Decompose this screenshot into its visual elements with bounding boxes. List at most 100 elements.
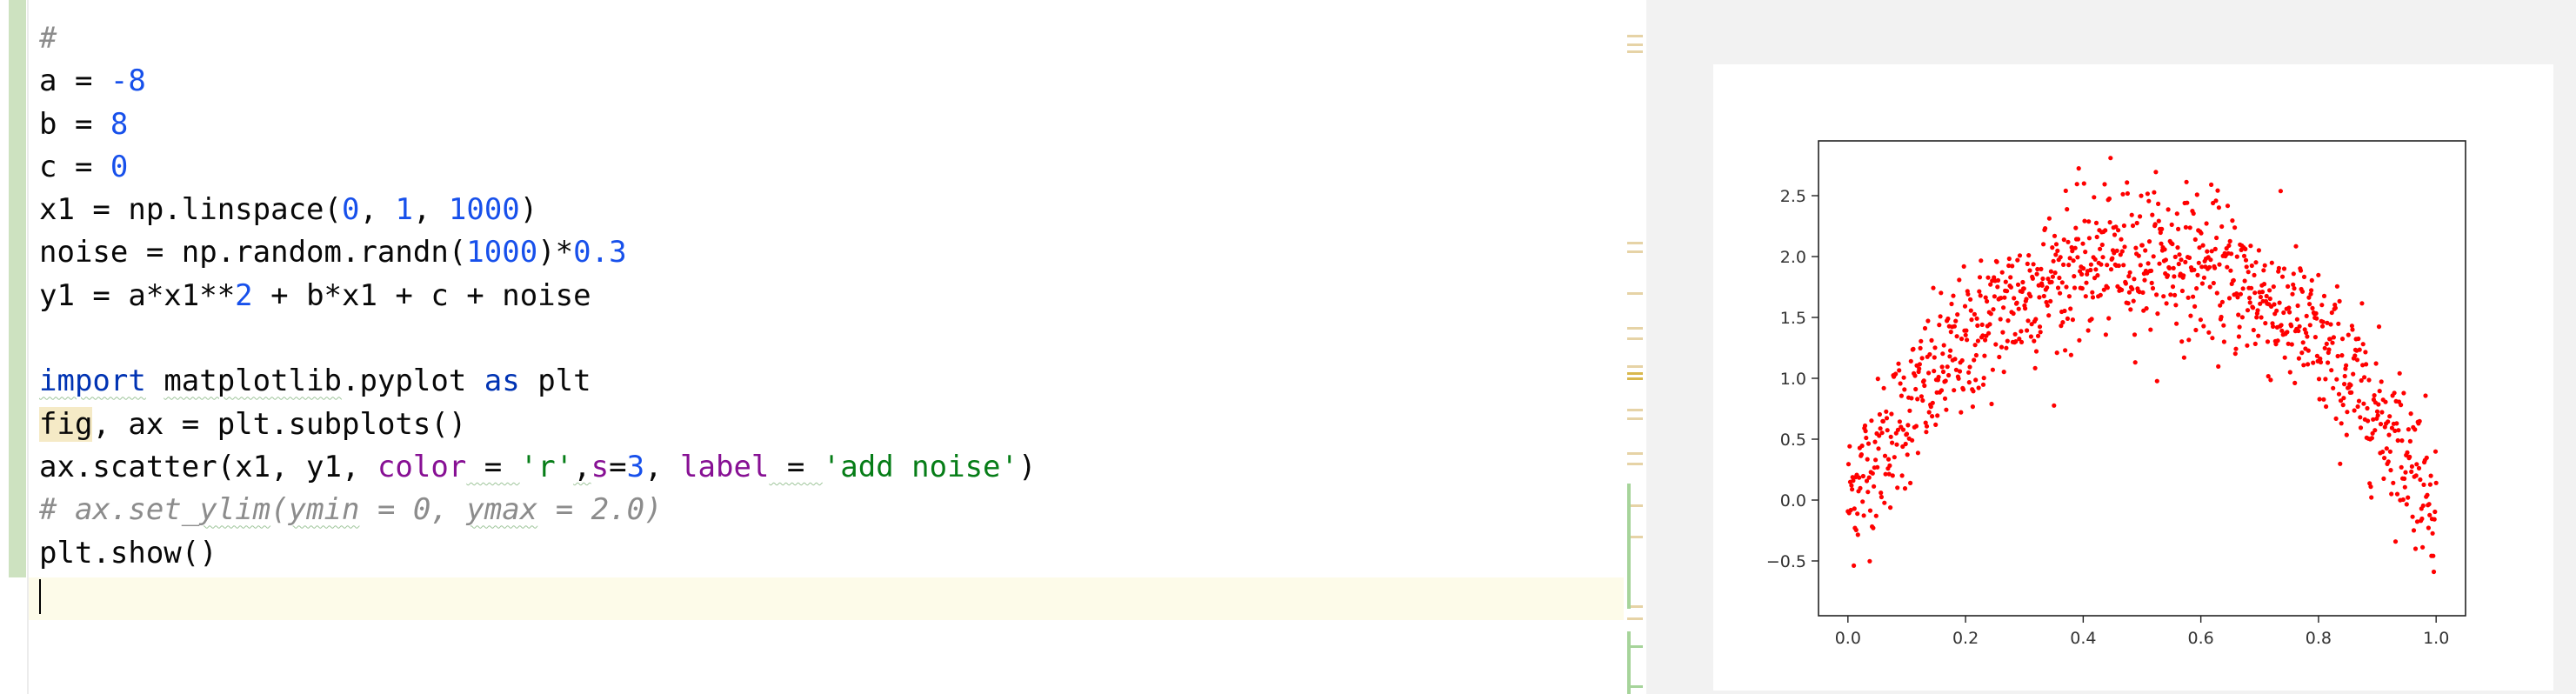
scatter-point (2126, 301, 2131, 306)
stripe-marker[interactable] (1627, 365, 1643, 368)
scatter-point (1876, 446, 1881, 451)
stripe-marker[interactable] (1627, 35, 1643, 37)
scatter-point (2331, 335, 2336, 340)
scatter-point (1849, 483, 1854, 488)
code-editor[interactable]: # a = -8 b = 8c = 0 x1 = np.linspace(0, 1, … (0, 0, 1646, 694)
scatter-point (2016, 306, 2021, 311)
scatter-point (2119, 237, 2124, 242)
code-token: 'r' (519, 449, 574, 484)
code-line[interactable]: a = -8 (39, 60, 1036, 103)
code-line[interactable]: y1 = a*x1**2 + b*x1 + c + noise (39, 275, 1036, 317)
scatter-point (2309, 288, 2314, 293)
stripe-marker[interactable] (1627, 377, 1643, 380)
stripe-marker[interactable] (1627, 292, 1643, 295)
code-lines[interactable]: # a = -8 b = 8c = 0 x1 = np.linspace(0, 1, … (39, 17, 1036, 617)
scatter-point (2133, 245, 2139, 250)
scatter-point (2357, 347, 2362, 352)
scatter-point (2093, 220, 2099, 225)
scatter-point (1853, 527, 1859, 533)
scatter-point (2214, 290, 2219, 296)
scatter-point (1873, 513, 1879, 518)
code-line[interactable]: x1 = np.linspace(0, 1, 1000) (39, 189, 1036, 231)
error-stripe[interactable] (1624, 0, 1646, 694)
scatter-point (2392, 539, 2399, 544)
scatter-point (2188, 313, 2193, 318)
scatter-point (2130, 223, 2136, 229)
stripe-marker[interactable] (1627, 50, 1643, 53)
scatter-point (2432, 517, 2437, 522)
stripe-marker[interactable] (1627, 43, 1643, 46)
scatter-point (2374, 409, 2380, 414)
scatter-point (2365, 405, 2370, 411)
code-line[interactable]: b = 8 (39, 103, 1036, 146)
scatter-point (2311, 360, 2316, 365)
code-line[interactable]: # (39, 17, 1036, 60)
stripe-marker[interactable] (1627, 250, 1643, 253)
scatter-point (2399, 438, 2405, 444)
code-line[interactable]: noise = np.random.randn(1000)*0.3 (39, 231, 1036, 274)
scatter-point (2065, 207, 2070, 212)
scatter-point (2217, 262, 2222, 267)
code-token: , ax = plt.subplots() (92, 406, 467, 442)
scatter-point (2420, 544, 2426, 550)
scatter-point (2191, 210, 2196, 217)
scatter-point (1924, 430, 1929, 435)
scatter-point (2187, 225, 2192, 230)
scatter-point (2287, 310, 2292, 315)
scatter-point (2279, 328, 2285, 333)
scatter-point (1955, 312, 1960, 317)
scatter-point (2322, 345, 2327, 350)
scatter-point (2342, 373, 2347, 379)
scatter-point (2433, 449, 2439, 454)
stripe-marker[interactable] (1627, 327, 1643, 330)
stripe-marker[interactable] (1627, 409, 1643, 411)
code-line[interactable]: c = 0 (39, 146, 1036, 189)
stripe-marker[interactable] (1627, 372, 1643, 375)
stripe-change-marker[interactable] (1627, 631, 1631, 694)
scatter-point (2045, 285, 2050, 290)
scatter-point (2268, 377, 2273, 383)
stripe-marker[interactable] (1627, 463, 1643, 465)
scatter-point (2049, 279, 2054, 284)
scatter-point (2170, 241, 2175, 247)
scatter-point (2193, 327, 2199, 333)
scatter-point (2216, 205, 2221, 210)
scatter-point (2321, 293, 2327, 298)
scatter-point (2181, 273, 2186, 278)
scatter-point (2107, 220, 2112, 225)
scatter-point (2005, 318, 2011, 324)
code-line[interactable]: plt.show() (39, 532, 1036, 575)
scatter-point (1852, 506, 1857, 511)
scatter-point (2391, 480, 2396, 485)
scatter-point (2214, 235, 2219, 241)
code-line[interactable]: fig, ax = plt.subplots() (39, 404, 1036, 446)
stripe-marker[interactable] (1627, 452, 1643, 455)
scatter-point (2255, 308, 2260, 313)
scatter-point (2032, 365, 2038, 370)
scatter-point (2157, 261, 2162, 266)
stripe-marker[interactable] (1627, 417, 1643, 420)
scatter-point (2169, 222, 2174, 227)
code-line[interactable] (39, 317, 1036, 360)
scatter-point (2172, 292, 2178, 297)
stripe-change-marker[interactable] (1627, 484, 1631, 609)
scatter-point (2028, 334, 2033, 339)
stripe-marker[interactable] (1627, 242, 1643, 244)
scatter-point (2388, 468, 2393, 473)
code-line[interactable]: # ax.set_ylim(ymin = 0, ymax = 2.0) (39, 489, 1036, 531)
scatter-point (2339, 337, 2346, 342)
scatter-point (2145, 191, 2150, 197)
stripe-marker[interactable] (1627, 337, 1643, 340)
scatter-point (2416, 465, 2422, 470)
scatter-point (2110, 256, 2115, 261)
scatter-point (2369, 495, 2374, 500)
scatter-point (1861, 513, 1866, 518)
code-line[interactable]: ax.scatter(x1, y1, color = 'r',s=3, labe… (39, 446, 1036, 489)
scatter-point (2274, 308, 2279, 313)
stripe-marker[interactable] (1627, 617, 1643, 620)
code-line[interactable]: import matplotlib.pyplot as plt (39, 360, 1036, 403)
scatter-point (1866, 475, 1872, 480)
code-line[interactable] (39, 575, 1036, 617)
scatter-point (2079, 286, 2085, 291)
scatter-point (2092, 257, 2098, 262)
